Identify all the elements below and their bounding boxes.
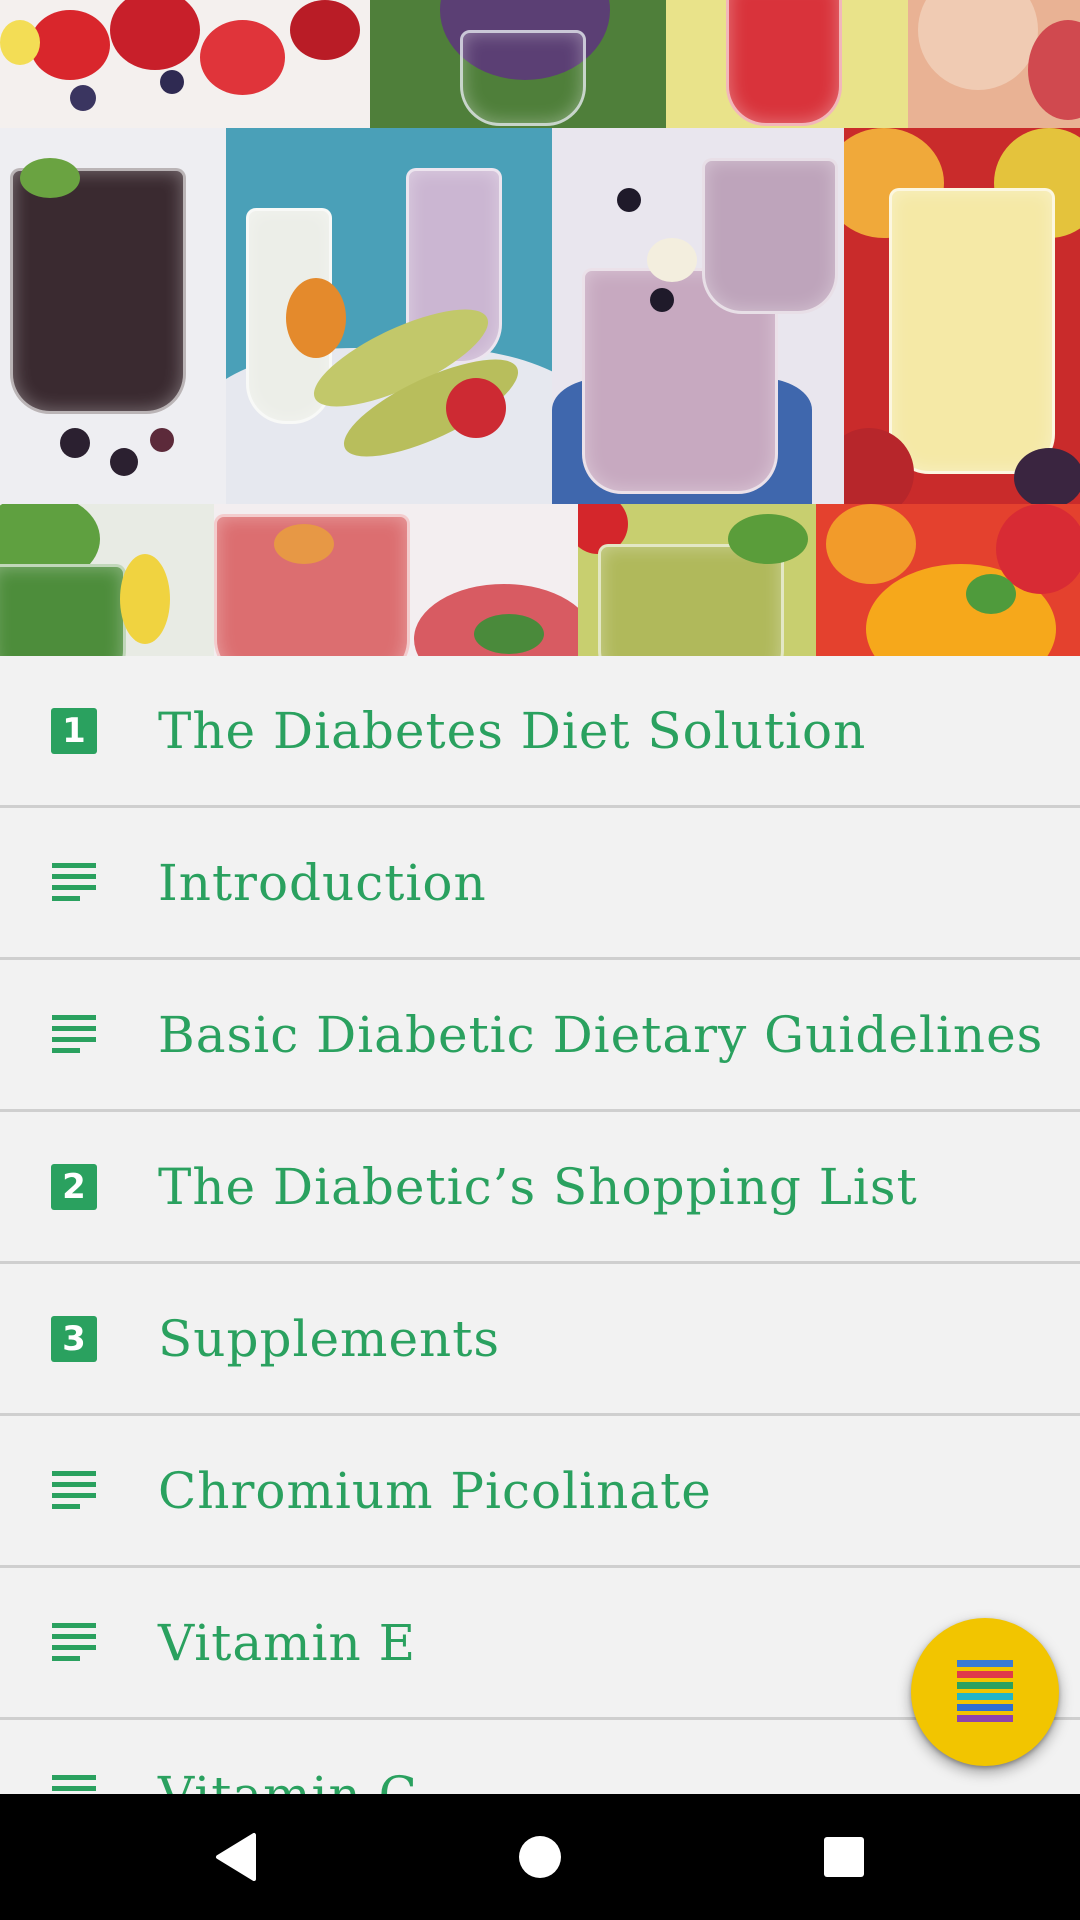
- kiwi-smoothie-photo: [578, 504, 816, 656]
- menu-fab-button[interactable]: [911, 1618, 1059, 1766]
- text-lines-icon: [50, 1771, 98, 1795]
- toc-item-diabetes-diet-solution[interactable]: 1 The Diabetes Diet Solution: [0, 656, 1080, 808]
- dark-berry-smoothie-photo: [0, 128, 226, 504]
- system-navigation-bar: [0, 1794, 1080, 1920]
- toc-item-label: Introduction: [158, 853, 487, 912]
- chapter-number-icon: 1: [50, 707, 98, 755]
- chapter-number-badge: 1: [51, 707, 97, 754]
- header-image-collage: [0, 0, 1080, 656]
- chapter-number-icon: 3: [50, 1315, 98, 1363]
- purple-smoothie-glass-photo: [370, 0, 666, 128]
- toc-item-label: Supplements: [158, 1309, 501, 1368]
- text-lines-icon: [50, 1619, 98, 1667]
- home-circle-icon: [519, 1836, 561, 1878]
- toc-item-introduction[interactable]: Introduction: [0, 808, 1080, 960]
- toc-item-label: The Diabetic’s Shopping List: [158, 1157, 918, 1216]
- table-of-contents-list: 1 The Diabetes Diet Solution Introductio…: [0, 656, 1080, 1794]
- text-lines-icon: [50, 1011, 98, 1059]
- toc-item-supplements[interactable]: 3 Supplements: [0, 1264, 1080, 1416]
- back-triangle-icon: [216, 1833, 256, 1881]
- chapter-number-badge: 2: [51, 1163, 97, 1210]
- banana-milkshake-photo: [226, 128, 552, 504]
- toc-item-label: The Diabetes Diet Solution: [158, 701, 867, 760]
- toc-item-chromium-picolinate[interactable]: Chromium Picolinate: [0, 1416, 1080, 1568]
- mango-smoothie-photo: [844, 128, 1080, 504]
- berry-yogurt-smoothie-photo: [552, 128, 844, 504]
- toc-item-shopping-list[interactable]: 2 The Diabetic’s Shopping List: [0, 1112, 1080, 1264]
- toc-item-vitamin-c[interactable]: Vitamin C: [0, 1720, 1080, 1794]
- orange-smoothie-photo: [816, 504, 1080, 656]
- toc-item-label: Basic Diabetic Dietary Guidelines: [158, 1005, 1044, 1064]
- text-lines-icon: [50, 859, 98, 907]
- strawberries-photo: [0, 0, 370, 128]
- text-lines-icon: [50, 1467, 98, 1515]
- colored-menu-icon: [957, 1660, 1013, 1722]
- home-button[interactable]: [470, 1794, 610, 1920]
- app-screen: 1 The Diabetes Diet Solution Introductio…: [0, 0, 1080, 1920]
- recents-button[interactable]: [774, 1794, 914, 1920]
- back-button[interactable]: [166, 1794, 306, 1920]
- chapter-number-icon: 2: [50, 1163, 98, 1211]
- red-juice-glass-photo: [666, 0, 908, 128]
- peach-smoothie-photo: [908, 0, 1080, 128]
- toc-item-label: Chromium Picolinate: [158, 1461, 712, 1520]
- pink-smoothie-photo: [214, 504, 578, 656]
- chapter-number-badge: 3: [51, 1315, 97, 1362]
- green-smoothie-photo: [0, 504, 214, 656]
- toc-item-label: Vitamin E: [158, 1613, 417, 1672]
- recents-square-icon: [824, 1837, 864, 1877]
- toc-item-basic-guidelines[interactable]: Basic Diabetic Dietary Guidelines: [0, 960, 1080, 1112]
- toc-item-label: Vitamin C: [158, 1766, 418, 1795]
